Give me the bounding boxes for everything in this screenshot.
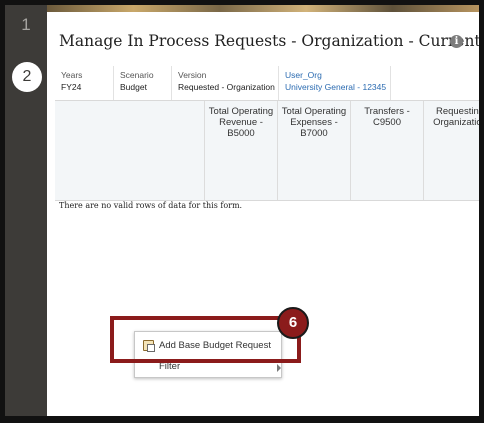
pov-value: FY24 — [61, 82, 82, 92]
grid-corner-cell — [55, 101, 205, 200]
highlight-box — [110, 316, 301, 363]
pov-label: Scenario — [120, 70, 154, 80]
screenshot-frame: 1 2 Manage In Process Requests - Organiz… — [0, 0, 484, 423]
pov-label: Years — [61, 70, 83, 80]
step-1-indicator: 1 — [21, 15, 31, 34]
pov-label: User_Org — [285, 70, 322, 80]
no-data-message: There are no valid rows of data for this… — [59, 201, 243, 210]
column-header[interactable]: Total Operating Revenue - B5000 — [205, 101, 278, 200]
submenu-arrow-icon — [277, 364, 281, 372]
step-rail: 1 2 — [5, 5, 47, 416]
pov-version[interactable]: Version Requested - Organization — [172, 66, 279, 100]
step-2-indicator: 2 — [12, 62, 42, 92]
column-header[interactable]: Transfers - C9500 — [351, 101, 424, 200]
pov-scenario[interactable]: Scenario Budget — [114, 66, 172, 100]
pov-value: University General - 12345 — [285, 82, 387, 92]
column-header[interactable]: Total Operating Expenses - B7000 — [278, 101, 351, 200]
data-grid-header: Total Operating Revenue - B5000 Total Op… — [55, 100, 479, 201]
pov-value: Budget — [120, 82, 147, 92]
pov-label: Version — [178, 70, 207, 80]
pov-years[interactable]: Years FY24 — [55, 66, 114, 100]
column-header[interactable]: Requesting Organization — [424, 101, 479, 200]
pov-value: Requested - Organization — [178, 82, 275, 92]
info-icon[interactable]: i — [450, 35, 463, 48]
page-title: Manage In Process Requests - Organizatio… — [59, 32, 479, 50]
callout-badge: 6 — [277, 307, 309, 339]
header-banner-image — [47, 5, 479, 12]
pov-user-org[interactable]: User_Org University General - 12345 — [279, 66, 391, 100]
